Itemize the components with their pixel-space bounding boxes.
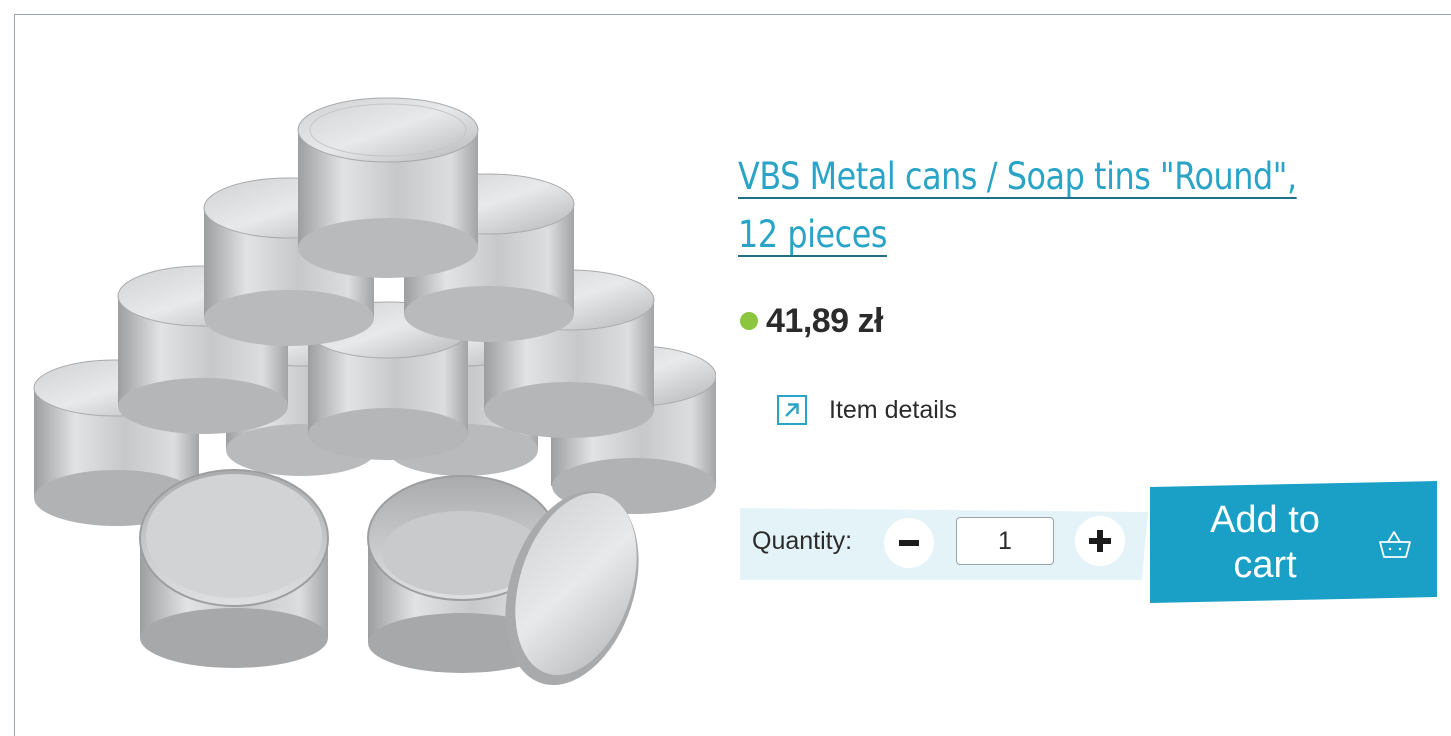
item-details-label: Item details xyxy=(829,395,957,424)
quantity-input[interactable] xyxy=(956,517,1054,565)
tin-stack xyxy=(33,97,716,686)
price-row: 41,89 zł xyxy=(740,296,883,346)
decrease-quantity-button[interactable] xyxy=(884,518,934,568)
product-title[interactable]: VBS Metal cans / Soap tins "Round", 12 p… xyxy=(738,148,1340,264)
increase-quantity-button[interactable] xyxy=(1075,516,1125,566)
product-price: 41,89 zł xyxy=(766,301,883,340)
minus-icon xyxy=(899,540,919,546)
plus-icon xyxy=(1089,530,1111,552)
quantity-label: Quantity: xyxy=(752,527,853,555)
add-to-cart-button[interactable]: Add to cart xyxy=(1150,481,1437,603)
basket-icon xyxy=(1379,531,1411,558)
availability-dot-icon xyxy=(740,312,758,330)
add-to-cart-label: Add to cart xyxy=(1210,499,1320,586)
item-details-link[interactable]: Item details xyxy=(777,395,957,425)
product-image[interactable] xyxy=(16,68,716,688)
external-arrow-icon xyxy=(777,395,807,425)
